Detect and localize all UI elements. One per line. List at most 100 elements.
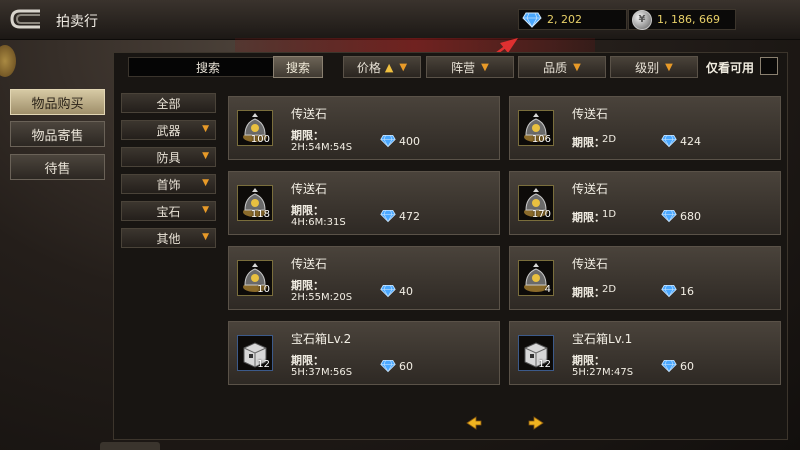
teleport-stone-icon: 118 [237,185,273,221]
teleport-stone-icon: 170 [518,185,554,221]
category-armor[interactable]: 防具 ▼ [121,147,216,167]
silver-balance-value: 1, 186, 669 [657,13,720,26]
search-input[interactable] [128,57,288,77]
level-dropdown[interactable]: 级别 ▼ [610,56,698,78]
side-badge [0,45,16,77]
expiry-label: 期限： [572,211,605,224]
item-card[interactable]: 106 传送石 期限： 2D 424 [509,96,781,160]
item-name: 传送石 [291,107,328,121]
sort-up-icon: ▲ [384,60,394,74]
chevron-down-icon: ▼ [202,178,209,188]
category-jewelry[interactable]: 首饰 ▼ [121,174,216,194]
item-price: 60 [680,360,694,373]
category-weapons[interactable]: 武器 ▼ [121,120,216,140]
item-card[interactable]: 10 传送石期限： 2H:55M:20S 40 [228,246,500,310]
category-gems[interactable]: 宝石 ▼ [121,201,216,221]
item-name: 宝石箱Lv.2 [291,332,352,346]
diamond-icon [661,358,677,374]
diamond-balance: 2, 202 [518,9,627,30]
category-label: 其他 [156,231,181,246]
item-price: 424 [680,135,701,148]
chevron-down-icon: ▼ [202,124,209,134]
teleport-stone-icon: 100 [237,110,273,146]
expiry-label: 期限： [291,129,324,142]
item-card[interactable]: 12 宝石箱Lv.1 期限： 5H:27M:47S 60 [509,321,781,385]
expiry-time: 2D [602,134,617,145]
expiry-label: 期限： [291,354,324,367]
expiry-label: 期限： [572,136,605,149]
category-other[interactable]: 其他 ▼ [121,228,216,248]
back-button[interactable] [8,6,48,32]
only-usable-checkbox[interactable] [760,57,778,75]
item-name: 传送石 [572,182,609,196]
expiry-time: 5H:37M:56S [291,367,353,378]
filter-bar: 搜索 价格 ▲ ▼ 阵营 ▼ 品质 ▼ 级别 ▼ 仅看可用 [118,55,783,81]
item-card[interactable]: 12 宝石箱Lv.2 期限： 5H:37M:56S 60 [228,321,500,385]
item-quantity: 12 [257,359,270,370]
item-name: 传送石 [291,182,328,196]
teleport-stone-icon: 4 [518,260,554,296]
top-bar: 拍卖行 2, 202 ¥ 1, 186, 669 [0,0,800,40]
expiry-label: 期限： [572,354,605,367]
diamond-icon [380,358,396,374]
item-price: 680 [680,210,701,223]
price-sort-dropdown[interactable]: 价格 ▲ ▼ [343,56,421,78]
tab-consign-items[interactable]: 物品寄售 [10,121,105,147]
item-quantity: 118 [250,209,270,220]
expiry-label: 期限： [291,279,324,292]
faction-dropdown[interactable]: 阵营 ▼ [426,56,514,78]
item-quantity: 170 [531,209,551,220]
diamond-icon [521,9,543,31]
level-label: 级别 [635,60,660,75]
expiry-label: 期限： [572,286,605,299]
chevron-down-icon: ▼ [665,61,673,73]
expiry-time: 2H:54M:54S [291,142,353,153]
item-price: 16 [680,285,694,298]
item-name: 传送石 [291,257,328,271]
search-button[interactable]: 搜索 [273,56,323,78]
tab-pending-sale[interactable]: 待售 [10,154,105,180]
silver-coin-glyph: ¥ [632,9,652,30]
quality-dropdown[interactable]: 品质 ▼ [518,56,606,78]
item-card[interactable]: 100 传送石 期限： 2H:54M:54S 400 [228,96,500,160]
silver-coin-icon: ¥ [631,9,653,31]
item-quantity: 10 [257,284,270,295]
diamond-icon [380,133,396,149]
item-name: 传送石 [572,257,609,271]
silver-balance: ¥ 1, 186, 669 [628,9,736,30]
tab-buy-items[interactable]: 物品购买 [10,89,105,115]
bottom-handle [100,442,160,450]
diamond-icon [661,208,677,224]
item-name: 宝石箱Lv.1 [572,332,633,346]
category-label: 防具 [156,150,181,165]
banner-strip [235,38,595,52]
item-quantity: 4 [544,284,551,295]
item-quantity: 106 [531,134,551,145]
diamond-balance-value: 2, 202 [547,13,582,26]
gem-box-icon: 12 [518,335,554,371]
item-price: 40 [399,285,413,298]
item-price: 60 [399,360,413,373]
item-card[interactable]: 118 传送石 期限： 4H:6M:31S 472 [228,171,500,235]
item-card[interactable]: 4 传送石 期限： 2D 16 [509,246,781,310]
teleport-stone-icon: 10 [237,260,273,296]
category-label: 宝石 [156,204,181,219]
diamond-icon [661,283,677,299]
item-card[interactable]: 170 传送石 期限： 1D 680 [509,171,781,235]
prev-page-button[interactable] [466,416,482,430]
chevron-down-icon: ▼ [202,232,209,242]
expiry-time: 4H:6M:31S [291,217,346,228]
category-all[interactable]: 全部 [121,93,216,113]
only-usable-label: 仅看可用 [706,61,755,75]
diamond-icon [380,283,396,299]
teleport-stone-icon: 106 [518,110,554,146]
next-page-button[interactable] [528,416,544,430]
item-quantity: 100 [250,134,270,145]
quality-label: 品质 [543,60,568,75]
expiry-time: 2H:55M:20S [291,292,353,303]
gem-box-icon: 12 [237,335,273,371]
price-sort-label: 价格 [356,60,381,75]
category-label: 武器 [156,123,181,138]
chevron-down-icon: ▼ [481,61,489,73]
chevron-down-icon: ▼ [202,151,209,161]
